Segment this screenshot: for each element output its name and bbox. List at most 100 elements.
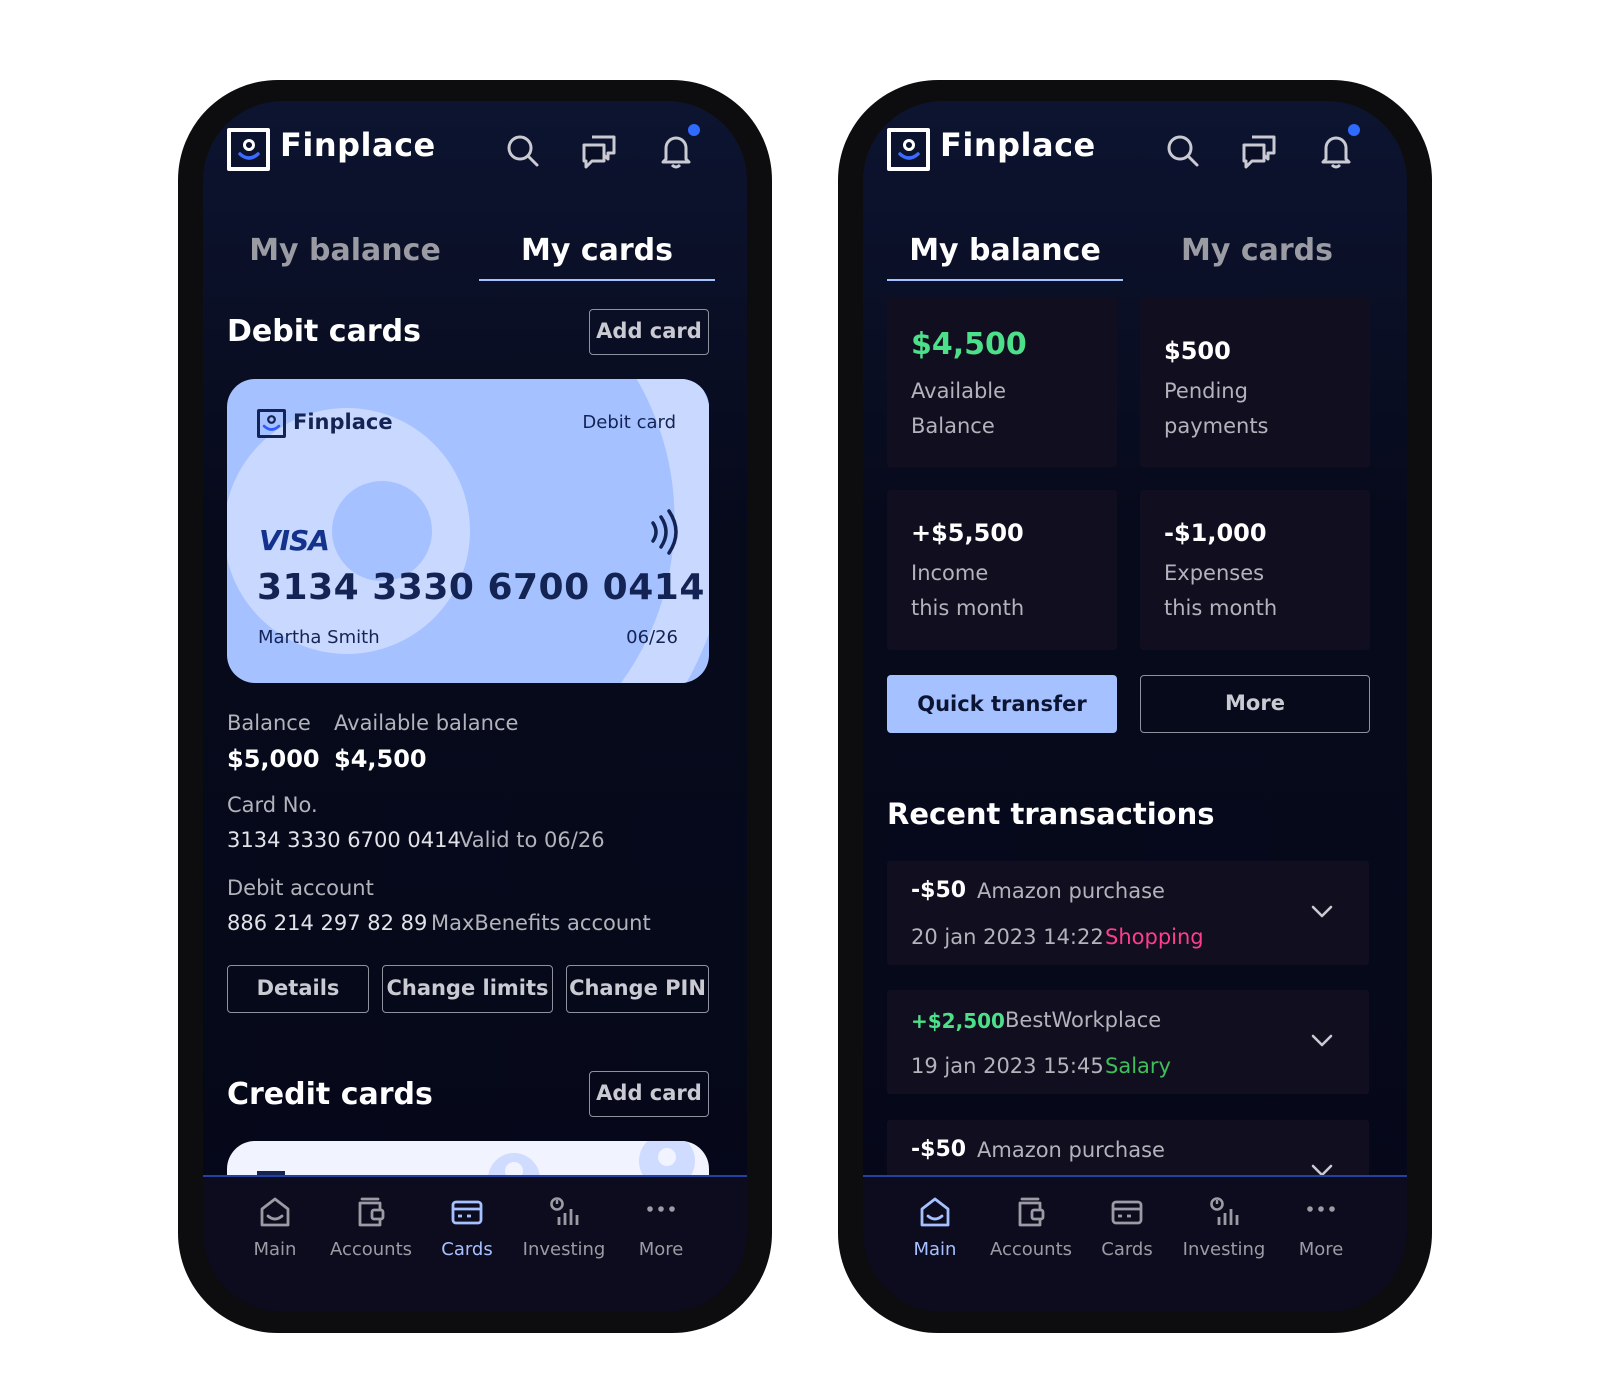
transaction-description: Amazon purchase	[977, 879, 1165, 903]
tab-my-cards[interactable]: My cards	[479, 229, 715, 281]
nav-label: More	[1298, 1239, 1344, 1260]
details-button[interactable]: Details	[227, 965, 369, 1013]
finplace-logo-icon	[227, 128, 270, 171]
income-tile: +$5,500 Income this month	[887, 490, 1117, 650]
app-header: Finplace	[203, 101, 747, 211]
debit-account-label: Debit account	[227, 876, 374, 900]
investing-icon	[550, 1197, 579, 1225]
nav-label: Cards	[441, 1239, 493, 1260]
tile-label: payments	[1164, 414, 1269, 438]
debit-account-number: 886 214 297 82 89	[227, 911, 428, 935]
nav-cards[interactable]: Cards	[417, 1195, 517, 1260]
app-name: Finplace	[940, 126, 1096, 164]
nav-main[interactable]: Main	[885, 1195, 985, 1260]
balance-label: Balance	[227, 711, 311, 735]
app-name: Finplace	[280, 126, 436, 164]
card-icon	[451, 1200, 483, 1225]
nav-label: Main	[253, 1239, 297, 1260]
tile-amount: $500	[1164, 337, 1231, 365]
wallet-icon	[1018, 1197, 1045, 1227]
transaction-category: Salary	[1105, 1054, 1171, 1078]
quick-transfer-button[interactable]: Quick transfer	[887, 675, 1117, 733]
finplace-logo-icon	[887, 128, 930, 171]
app-header: Finplace	[863, 101, 1407, 211]
tile-amount: +$5,500	[911, 519, 1024, 547]
tile-label: this month	[911, 596, 1025, 620]
recent-transactions-title: Recent transactions	[887, 797, 1215, 831]
contactless-icon	[651, 509, 678, 555]
nav-main[interactable]: Main	[225, 1195, 325, 1260]
bell-icon[interactable]	[656, 131, 696, 171]
card-logo-icon	[257, 409, 286, 438]
tab-my-cards[interactable]: My cards	[1139, 229, 1375, 281]
transaction-row[interactable]: +$2,500 BestWorkplace 19 jan 2023 15:45 …	[887, 990, 1369, 1094]
phone-screen: Finplace My balance My cards $4,500 Avai…	[863, 101, 1407, 1312]
nav-label: Cards	[1101, 1239, 1153, 1260]
phone-my-balance: Finplace My balance My cards $4,500 Avai…	[838, 80, 1432, 1333]
card-expiry: 06/26	[626, 627, 678, 648]
tab-bar: My balance My cards	[887, 229, 1383, 281]
transaction-description: Amazon purchase	[977, 1138, 1165, 1162]
bottom-navigation: Main Accounts Cards Investing More	[863, 1175, 1407, 1312]
available-balance-value: $4,500	[334, 745, 427, 773]
transaction-amount: +$2,500	[911, 1009, 1005, 1033]
transaction-amount: -$50	[911, 1137, 967, 1162]
notification-dot	[1348, 124, 1360, 136]
nav-accounts[interactable]: Accounts	[321, 1195, 421, 1260]
transaction-amount: -$50	[911, 878, 967, 903]
add-credit-card-button[interactable]: Add card	[589, 1071, 709, 1117]
chevron-down-icon[interactable]	[1309, 901, 1335, 921]
available-balance-label: Available balance	[334, 711, 519, 735]
card-brand: Finplace	[293, 410, 393, 434]
phone-screen: Finplace My balance My cards Debit cards…	[203, 101, 747, 1312]
phone-my-cards: Finplace My balance My cards Debit cards…	[178, 80, 772, 1333]
pending-payments-tile: $500 Pending payments	[1140, 297, 1370, 467]
nav-label: Accounts	[329, 1239, 413, 1260]
home-icon	[260, 1197, 290, 1227]
tile-label: Income	[911, 561, 989, 585]
more-icon	[1307, 1206, 1335, 1212]
nav-label: Investing	[522, 1239, 606, 1260]
chat-icon[interactable]	[580, 131, 620, 171]
tile-amount: -$1,000	[1164, 519, 1267, 547]
transaction-row[interactable]: -$50 Amazon purchase 20 jan 2023 14:22 S…	[887, 861, 1369, 965]
tab-my-balance[interactable]: My balance	[887, 229, 1123, 281]
more-icon	[647, 1206, 675, 1212]
nav-more[interactable]: More	[1271, 1195, 1371, 1260]
debit-card[interactable]: Finplace Debit card VISA 3134 3330 6700 …	[227, 379, 709, 683]
nav-accounts[interactable]: Accounts	[981, 1195, 1081, 1260]
nav-more[interactable]: More	[611, 1195, 711, 1260]
add-debit-card-button[interactable]: Add card	[589, 309, 709, 355]
search-icon[interactable]	[503, 131, 543, 171]
change-pin-button[interactable]: Change PIN	[566, 965, 709, 1013]
transaction-category: Shopping	[1105, 925, 1204, 949]
notification-dot	[688, 124, 700, 136]
chevron-down-icon[interactable]	[1309, 1030, 1335, 1050]
balance-value: $5,000	[227, 745, 320, 773]
nav-investing[interactable]: Investing	[514, 1195, 614, 1260]
transaction-description: BestWorkplace	[1005, 1008, 1162, 1032]
change-limits-button[interactable]: Change limits	[382, 965, 553, 1013]
nav-cards[interactable]: Cards	[1077, 1195, 1177, 1260]
nav-investing[interactable]: Investing	[1174, 1195, 1274, 1260]
valid-to: Valid to 06/26	[459, 828, 605, 852]
home-icon	[920, 1197, 950, 1227]
chat-icon[interactable]	[1240, 131, 1280, 171]
card-number: 3134 3330 6700 0414	[257, 567, 705, 608]
bottom-navigation: Main Accounts Cards Investing More	[203, 1175, 747, 1312]
card-icon	[1111, 1200, 1143, 1225]
investing-icon	[1210, 1197, 1239, 1225]
bell-icon[interactable]	[1316, 131, 1356, 171]
tab-bar: My balance My cards	[227, 229, 723, 281]
more-button[interactable]: More	[1140, 675, 1370, 733]
tile-amount: $4,500	[911, 327, 1027, 362]
tab-my-balance[interactable]: My balance	[227, 229, 463, 281]
nav-label: Main	[913, 1239, 957, 1260]
available-balance-tile: $4,500 Available Balance	[887, 297, 1117, 467]
card-type: Debit card	[582, 412, 676, 433]
card-no-label: Card No.	[227, 793, 318, 817]
transaction-datetime: 19 jan 2023 15:45	[911, 1054, 1104, 1078]
search-icon[interactable]	[1163, 131, 1203, 171]
tile-label: this month	[1164, 596, 1278, 620]
nav-label: More	[638, 1239, 684, 1260]
